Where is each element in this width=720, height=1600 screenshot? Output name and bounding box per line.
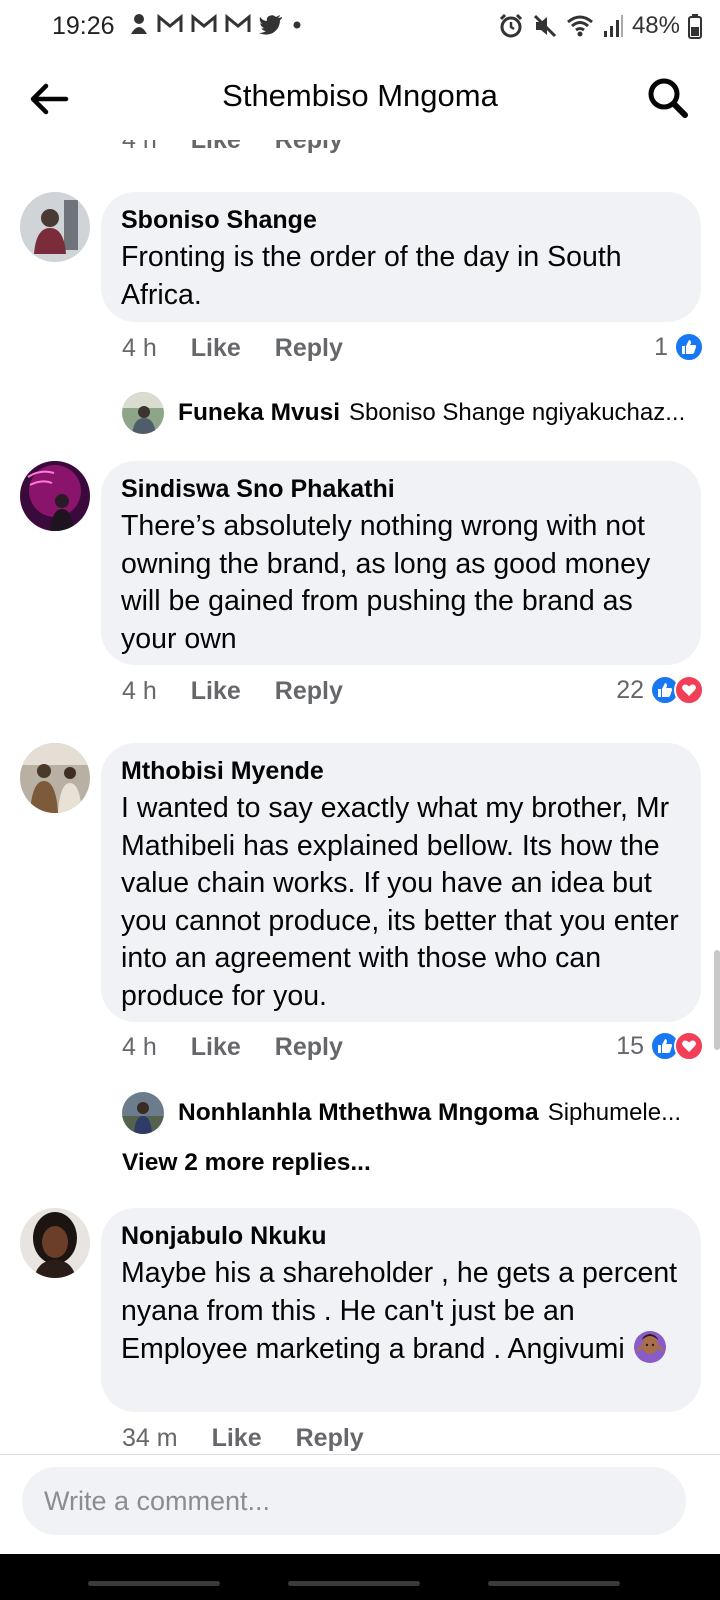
person-gesturing-no-emoji-icon <box>633 1330 667 1364</box>
comment-meta: 34 m Like Reply <box>122 1424 364 1453</box>
battery-icon <box>688 14 702 39</box>
like-button[interactable]: Like <box>191 677 241 706</box>
nav-home-button[interactable] <box>288 1581 420 1586</box>
comment-time: 34 m <box>122 1424 178 1452</box>
reply-button[interactable]: Reply <box>275 140 343 155</box>
avatar[interactable] <box>20 192 90 262</box>
reply-preview[interactable]: Nonhlanhla Mthethwa Mngoma Siphumele... <box>122 1092 702 1134</box>
notification-icons <box>128 12 304 36</box>
avatar[interactable] <box>122 1092 164 1134</box>
scrollbar[interactable] <box>714 950 720 1050</box>
battery-percent: 48% <box>631 12 680 39</box>
reply-author[interactable]: Nonhlanhla Mthethwa Mngoma <box>178 1099 539 1127</box>
reaction-count: 1 <box>654 332 668 361</box>
search-icon <box>648 78 688 118</box>
notification-icon <box>131 14 147 34</box>
page-title: Sthembiso Mngoma <box>222 78 498 113</box>
thumbs-up-icon <box>674 332 704 362</box>
comment-meta: 4 h Like Reply <box>122 677 343 706</box>
comment-bubble[interactable]: Mthobisi Myende I wanted to say exactly … <box>101 743 701 1022</box>
signal-icon <box>603 15 623 37</box>
gmail-icon <box>225 13 251 32</box>
reply-preview[interactable]: Funeka Mvusi Sboniso Shange ngiyakuchaz.… <box>122 392 702 434</box>
avatar[interactable] <box>20 743 90 813</box>
comment-time: 4 h <box>122 140 157 154</box>
comment-time: 4 h <box>122 677 157 705</box>
nav-back-button[interactable] <box>488 1581 620 1586</box>
comment-text: Fronting is the order of the day in Sout… <box>121 241 622 311</box>
reply-text: Sboniso Shange ngiyakuchaz... <box>349 399 686 426</box>
system-nav-bar <box>0 1554 720 1600</box>
heart-icon <box>674 1031 704 1061</box>
gmail-icon <box>191 13 217 32</box>
avatar[interactable] <box>20 461 90 531</box>
like-button[interactable]: Like <box>212 1424 262 1453</box>
comment-input[interactable] <box>22 1467 686 1535</box>
reactions[interactable]: 1 <box>654 332 704 362</box>
avatar[interactable] <box>20 1208 90 1278</box>
reply-author[interactable]: Funeka Mvusi <box>178 399 340 427</box>
like-button[interactable]: Like <box>191 140 241 155</box>
reply-button[interactable]: Reply <box>275 334 343 363</box>
reaction-count: 22 <box>616 675 644 704</box>
twitter-icon <box>259 15 282 35</box>
comment-author[interactable]: Sboniso Shange <box>121 206 681 235</box>
comment-bubble[interactable]: Sindiswa Sno Phakathi There’s absolutely… <box>101 461 701 665</box>
status-bar: 19:26 48% <box>0 0 720 54</box>
app-bar: Sthembiso Mngoma <box>0 54 720 140</box>
alarm-icon <box>499 13 523 38</box>
gmail-icon <box>157 13 183 32</box>
comment-text: There’s absolutely nothing wrong with no… <box>121 510 651 655</box>
search-button[interactable] <box>646 76 690 120</box>
avatar[interactable] <box>122 392 164 434</box>
reply-button[interactable]: Reply <box>275 1033 343 1062</box>
reactions[interactable]: 15 <box>616 1031 704 1061</box>
reactions[interactable]: 22 <box>616 675 704 705</box>
comment-composer <box>0 1454 720 1554</box>
reply-button[interactable]: Reply <box>296 1424 364 1453</box>
comment-text-content: Maybe his a shareholder , he gets a perc… <box>121 1257 678 1365</box>
comments-feed[interactable]: 4 h Like Reply Sboniso Shange Fronting i… <box>0 140 720 1480</box>
status-time: 19:26 <box>52 12 115 40</box>
mute-icon <box>533 14 557 38</box>
comment-time: 4 h <box>122 1033 157 1061</box>
comment-author[interactable]: Sindiswa Sno Phakathi <box>121 475 681 504</box>
comment-author[interactable]: Mthobisi Myende <box>121 757 681 786</box>
comment-bubble[interactable]: Sboniso Shange Fronting is the order of … <box>101 192 701 322</box>
reply-text: Siphumele... <box>547 1099 682 1126</box>
view-more-replies-link[interactable]: View 2 more replies... <box>122 1149 371 1177</box>
comment-time: 4 h <box>122 334 157 362</box>
comment-text: Maybe his a shareholder , he gets a perc… <box>121 1255 681 1369</box>
comment-meta-cutoff: 4 h Like Reply <box>122 140 343 155</box>
comment-author[interactable]: Nonjabulo Nkuku <box>121 1222 681 1251</box>
reply-button[interactable]: Reply <box>275 677 343 706</box>
reaction-count: 15 <box>616 1031 644 1060</box>
nav-recents-button[interactable] <box>88 1581 220 1586</box>
like-button[interactable]: Like <box>191 334 241 363</box>
system-icons: 48% <box>498 12 702 40</box>
dot-icon <box>293 21 301 29</box>
wifi-icon <box>566 15 593 37</box>
heart-icon <box>674 675 704 705</box>
like-button[interactable]: Like <box>191 1033 241 1062</box>
comment-text: I wanted to say exactly what my brother,… <box>121 792 679 1012</box>
comment-meta: 4 h Like Reply <box>122 1033 343 1062</box>
comment-meta: 4 h Like Reply <box>122 334 343 363</box>
comment-bubble[interactable]: Nonjabulo Nkuku Maybe his a shareholder … <box>101 1208 701 1412</box>
